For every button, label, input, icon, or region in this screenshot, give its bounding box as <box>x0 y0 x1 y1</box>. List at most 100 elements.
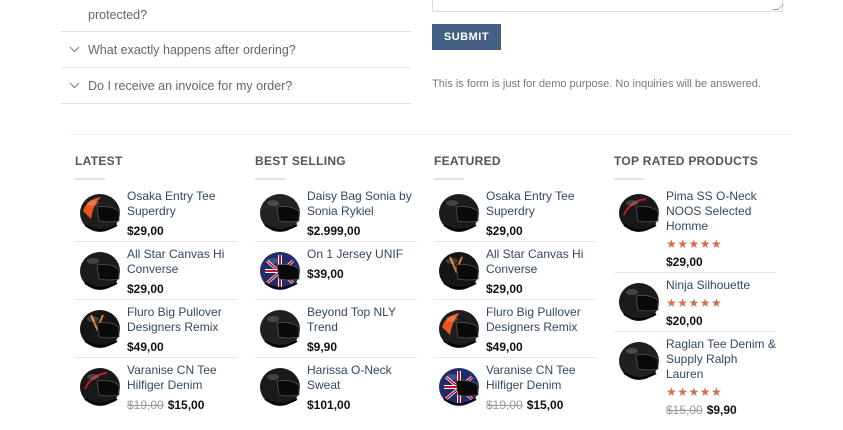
product-name-link[interactable]: Osaka Entry Tee Superdry <box>486 189 596 219</box>
product-name-link[interactable]: Osaka Entry Tee Superdry <box>127 189 237 219</box>
product-name-link[interactable]: Ninja Silhouette <box>666 278 750 293</box>
product-item[interactable]: Pima SS O-Neck NOOS Selected Homme ★★★★★ $… <box>614 188 776 273</box>
product-name-link[interactable]: Varanise CN Tee Hilfiger Denim <box>127 363 237 393</box>
helmet-orange-icon[interactable] <box>434 304 484 354</box>
current-price: $49,00 <box>127 340 164 354</box>
product-item[interactable]: All Star Canvas Hi Converse $29,00 <box>75 246 237 300</box>
product-info: Varanise CN Tee Hilfiger Denim $19,00 $15,… <box>127 362 237 412</box>
product-item[interactable]: Fluro Big Pullover Designers Remix $49,00 <box>434 304 596 358</box>
faq-item[interactable]: Do I receive an invoice for my order? <box>61 68 411 104</box>
current-price: $29,00 <box>486 282 523 296</box>
product-info: Osaka Entry Tee Superdry $29,00 <box>127 188 237 238</box>
product-price: $2.999,00 <box>307 224 417 238</box>
product-price: $19,00 $15,00 <box>127 398 237 412</box>
product-info: All Star Canvas Hi Converse $29,00 <box>486 246 596 296</box>
product-info: Raglan Tee Denim & Supply Ralph Lauren ★★… <box>666 336 776 417</box>
product-item[interactable]: Beyond Top NLY Trend $9,90 <box>255 304 417 358</box>
product-item[interactable]: Ninja Silhouette ★★★★★ $20,00 <box>614 277 776 332</box>
section-divider <box>71 134 791 135</box>
product-price: $49,00 <box>127 340 237 354</box>
chevron-down-icon <box>61 82 88 89</box>
column-title: LATEST <box>75 154 123 168</box>
product-column-latest: LATEST Osaka Entry Tee Superdry $29,00 All … <box>75 154 237 419</box>
column-title: BEST SELLING <box>255 154 346 168</box>
product-name-link[interactable]: On 1 Jersey UNIF <box>307 247 403 262</box>
product-price: $49,00 <box>486 340 596 354</box>
product-item[interactable]: Harissa O-Neck Sweat $101,00 <box>255 362 417 415</box>
product-item[interactable]: On 1 Jersey UNIF $39,00 <box>255 246 417 300</box>
product-item[interactable]: Varanise CN Tee Hilfiger Denim $19,00 $15,… <box>75 362 237 415</box>
current-price: $39,00 <box>307 267 344 281</box>
product-info: All Star Canvas Hi Converse $29,00 <box>127 246 237 296</box>
product-name-link[interactable]: Harissa O-Neck Sweat <box>307 363 417 393</box>
current-price: $101,00 <box>307 398 351 412</box>
product-column-featured: FEATURED Osaka Entry Tee Superdry $29,00 Al… <box>434 154 596 419</box>
product-price: $29,00 <box>127 282 237 296</box>
submit-button[interactable]: SUBMIT <box>432 24 501 50</box>
product-item[interactable]: Fluro Big Pullover Designers Remix $49,00 <box>75 304 237 358</box>
product-name-link[interactable]: Fluro Big Pullover Designers Remix <box>486 305 596 335</box>
faq-question: What exactly happens after ordering? <box>88 42 296 57</box>
helmet-orange-icon[interactable] <box>75 188 125 238</box>
helmet-adventure-icon[interactable] <box>255 188 305 238</box>
helmet-modular-icon[interactable] <box>255 362 305 412</box>
current-price: $15,00 <box>526 398 564 412</box>
product-item[interactable]: Raglan Tee Denim & Supply Ralph Lauren ★★… <box>614 336 776 420</box>
title-underline <box>434 178 464 180</box>
product-name-link[interactable]: Daisy Bag Sonia by Sonia Rykiel <box>307 189 417 219</box>
star-rating: ★★★★★ <box>666 385 723 399</box>
product-item[interactable]: Osaka Entry Tee Superdry $29,00 <box>434 188 596 242</box>
helmet-black-icon[interactable] <box>434 188 484 238</box>
product-price: $9,90 <box>307 340 417 354</box>
product-name-link[interactable]: Pima SS O-Neck NOOS Selected Homme <box>666 189 776 234</box>
product-name-link[interactable]: Varanise CN Tee Hilfiger Denim <box>486 363 596 393</box>
old-price: $19,00 <box>127 398 164 412</box>
resize-grip-icon[interactable] <box>772 4 784 10</box>
column-title: FEATURED <box>434 154 501 168</box>
product-item[interactable]: Osaka Entry Tee Superdry $29,00 <box>75 188 237 242</box>
product-name-link[interactable]: All Star Canvas Hi Converse <box>127 247 237 277</box>
product-name-link[interactable]: Raglan Tee Denim & Supply Ralph Lauren <box>666 337 776 382</box>
column-title: TOP RATED PRODUCTS <box>614 154 759 168</box>
helmet-black-red-icon[interactable] <box>614 188 664 238</box>
helmet-union-jack-icon[interactable] <box>255 246 305 296</box>
product-item[interactable]: All Star Canvas Hi Converse $29,00 <box>434 246 596 300</box>
title-underline <box>255 178 285 180</box>
title-underline <box>614 178 644 180</box>
product-info: Daisy Bag Sonia by Sonia Rykiel $2.999,00 <box>307 188 417 238</box>
helmet-union-jack-icon[interactable] <box>434 362 484 412</box>
helmet-black-orange-icon[interactable] <box>434 246 484 296</box>
faq-question: protected? <box>88 8 148 22</box>
product-info: Varanise CN Tee Hilfiger Denim $19,00 $15,… <box>486 362 596 412</box>
product-info: Fluro Big Pullover Designers Remix $49,00 <box>486 304 596 354</box>
helmet-black-icon[interactable] <box>614 277 664 327</box>
faq-item-partial[interactable]: protected? <box>61 0 411 32</box>
helmet-black-icon[interactable] <box>75 246 125 296</box>
product-name-link[interactable]: All Star Canvas Hi Converse <box>486 247 596 277</box>
product-column-top-rated-products: TOP RATED PRODUCTS Pima SS O-Neck NOOS Se… <box>614 154 776 424</box>
helmet-black-orange-icon[interactable] <box>75 304 125 354</box>
helmet-matte-black-icon[interactable] <box>255 304 305 354</box>
helmet-black-red-icon[interactable] <box>75 362 125 412</box>
product-price: $101,00 <box>307 398 417 412</box>
product-info: Harissa O-Neck Sweat $101,00 <box>307 362 417 412</box>
old-price: $19,00 <box>486 398 523 412</box>
current-price: $9,90 <box>307 340 338 354</box>
product-name-link[interactable]: Fluro Big Pullover Designers Remix <box>127 305 237 335</box>
product-price: $29,00 <box>666 255 776 269</box>
faq-item[interactable]: What exactly happens after ordering? <box>61 32 411 68</box>
product-info: Fluro Big Pullover Designers Remix $49,00 <box>127 304 237 354</box>
product-item[interactable]: Varanise CN Tee Hilfiger Denim $19,00 $15,… <box>434 362 596 415</box>
star-rating: ★★★★★ <box>666 296 723 310</box>
helmet-matte-black-icon[interactable] <box>614 336 664 386</box>
product-info: On 1 Jersey UNIF $39,00 <box>307 246 403 296</box>
current-price: $29,00 <box>127 224 164 238</box>
title-underline <box>75 178 105 180</box>
product-item[interactable]: Daisy Bag Sonia by Sonia Rykiel $2.999,00 <box>255 188 417 242</box>
product-price: $29,00 <box>486 282 596 296</box>
product-price: $39,00 <box>307 267 403 281</box>
message-textarea[interactable] <box>432 0 784 12</box>
product-name-link[interactable]: Beyond Top NLY Trend <box>307 305 417 335</box>
product-price: $20,00 <box>666 314 750 328</box>
product-price: $19,00 $15,00 <box>486 398 596 412</box>
